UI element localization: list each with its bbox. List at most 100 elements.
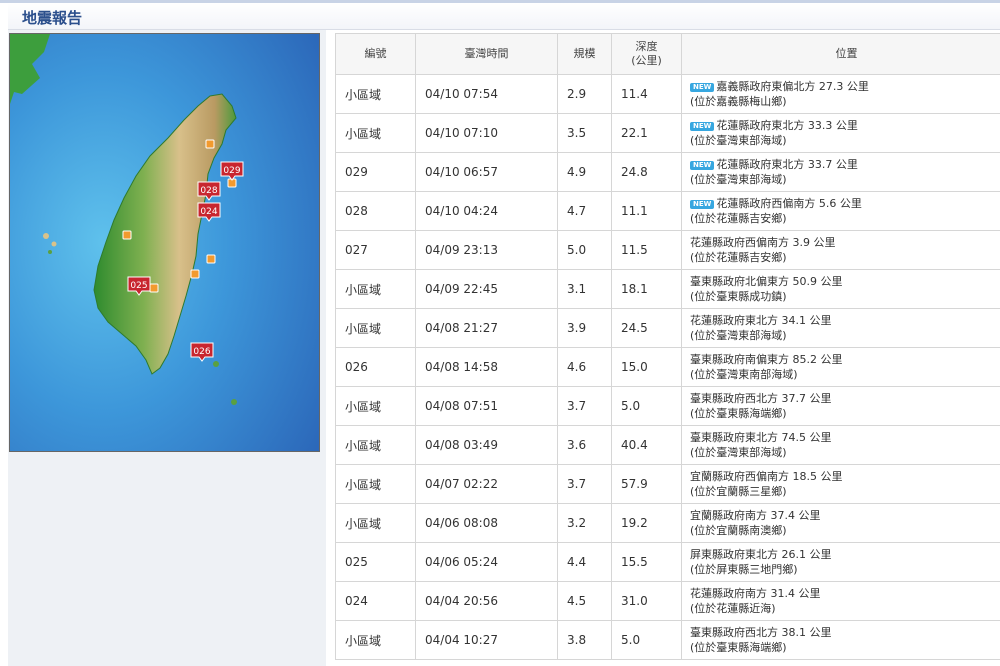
location-line: 屏東縣政府東北方 26.1 公里	[690, 547, 1000, 562]
location-detail: (位於臺東縣海端鄉)	[690, 641, 787, 654]
table-row[interactable]: 小區域 04/09 22:45 3.1 18.1 臺東縣政府北偏東方 50.9 公里 (位…	[335, 269, 1000, 309]
cell-time: 04/10 04:24	[415, 191, 558, 231]
earthquake-table: 編號 臺灣時間 規模 深度 (公里) 位置 小區域 04/10 07:54 2.9 1…	[335, 33, 1000, 660]
table-row[interactable]: 025 04/06 05:24 4.4 15.5 屏東縣政府東北方 26.1 公里 (位於…	[335, 542, 1000, 582]
location-detail: (位於臺灣東部海域)	[690, 173, 787, 186]
minor-quake-marker[interactable]	[122, 230, 132, 240]
location-line: NEW 嘉義縣政府東偏北方 27.3 公里	[690, 79, 1000, 94]
cell-location: NEW 花蓮縣政府東北方 33.3 公里 (位於臺灣東部海域)	[681, 113, 1000, 153]
cell-depth: 24.5	[611, 308, 682, 348]
cell-depth: 18.1	[611, 269, 682, 309]
cell-location: 臺東縣政府西北方 37.7 公里 (位於臺東縣海端鄉)	[681, 386, 1000, 426]
location-detail: (位於嘉義縣梅山鄉)	[690, 95, 787, 108]
cell-magnitude: 4.5	[557, 581, 612, 621]
marker-label: 026	[193, 347, 210, 357]
depth-header-line2: (公里)	[631, 54, 662, 67]
new-badge: NEW	[690, 161, 715, 170]
cell-depth: 15.0	[611, 347, 682, 387]
new-badge: NEW	[690, 83, 715, 92]
depth-header-line1: 深度	[635, 40, 658, 53]
minor-quake-marker[interactable]	[205, 139, 215, 149]
location-line: 宜蘭縣政府西偏南方 18.5 公里	[690, 469, 1000, 484]
cell-id: 028	[335, 191, 416, 231]
penghu-island	[51, 241, 57, 247]
cell-location: 花蓮縣政府東北方 34.1 公里 (位於臺灣東部海域)	[681, 308, 1000, 348]
cell-id: 小區域	[335, 74, 416, 114]
table-row[interactable]: 026 04/08 14:58 4.6 15.0 臺東縣政府南偏東方 85.2 公里 (位…	[335, 347, 1000, 387]
cell-id: 小區域	[335, 503, 416, 543]
table-row[interactable]: 028 04/10 04:24 4.7 11.1 NEW 花蓮縣政府西偏南方 5.6 公里…	[335, 191, 1000, 231]
location-text: 臺東縣政府北偏東方 50.9 公里	[690, 275, 843, 288]
minor-quake-marker[interactable]	[190, 269, 200, 279]
marker-label: 024	[200, 207, 217, 217]
cell-id: 小區域	[335, 386, 416, 426]
location-line: NEW 花蓮縣政府東北方 33.7 公里	[690, 157, 1000, 172]
new-badge: NEW	[690, 200, 715, 209]
cell-time: 04/10 06:57	[415, 152, 558, 192]
table-row[interactable]: 小區域 04/10 07:10 3.5 22.1 NEW 花蓮縣政府東北方 33.3 公里…	[335, 113, 1000, 153]
cell-depth: 11.4	[611, 74, 682, 114]
minor-quake-marker[interactable]	[206, 254, 216, 264]
earthquake-table-container: 編號 臺灣時間 規模 深度 (公里) 位置 小區域 04/10 07:54 2.9 1…	[335, 33, 1000, 666]
new-badge: NEW	[690, 122, 715, 131]
minor-quake-marker[interactable]	[149, 283, 159, 293]
cell-time: 04/07 02:22	[415, 464, 558, 504]
cell-id: 小區域	[335, 113, 416, 153]
cell-time: 04/08 03:49	[415, 425, 558, 465]
cell-depth: 19.2	[611, 503, 682, 543]
cell-magnitude: 4.7	[557, 191, 612, 231]
cell-depth: 24.8	[611, 152, 682, 192]
location-text: 花蓮縣政府東北方 34.1 公里	[690, 314, 832, 327]
cell-location: 臺東縣政府南偏東方 85.2 公里 (位於臺灣東南部海域)	[681, 347, 1000, 387]
cell-magnitude: 3.5	[557, 113, 612, 153]
cell-location: 花蓮縣政府西偏南方 3.9 公里 (位於花蓮縣吉安鄉)	[681, 230, 1000, 270]
cell-magnitude: 3.1	[557, 269, 612, 309]
cell-depth: 11.1	[611, 191, 682, 231]
cell-magnitude: 3.8	[557, 620, 612, 660]
location-text: 屏東縣政府東北方 26.1 公里	[690, 548, 832, 561]
location-line: 臺東縣政府東北方 74.5 公里	[690, 430, 1000, 445]
cell-id: 小區域	[335, 425, 416, 465]
location-line: 宜蘭縣政府南方 37.4 公里	[690, 508, 1000, 523]
cell-depth: 22.1	[611, 113, 682, 153]
earthquake-map[interactable]: 029 028 024 025 026	[9, 33, 320, 452]
cell-id: 小區域	[335, 269, 416, 309]
col-header-time: 臺灣時間	[415, 33, 558, 75]
location-detail: (位於屏東縣三地門鄉)	[690, 563, 798, 576]
location-detail: (位於花蓮縣吉安鄉)	[690, 251, 787, 264]
location-detail: (位於花蓮縣近海)	[690, 602, 776, 615]
table-row[interactable]: 024 04/04 20:56 4.5 31.0 花蓮縣政府南方 31.4 公里 (位於花…	[335, 581, 1000, 621]
table-row[interactable]: 029 04/10 06:57 4.9 24.8 NEW 花蓮縣政府東北方 33.7 公里…	[335, 152, 1000, 192]
col-header-depth: 深度 (公里)	[611, 33, 682, 75]
table-row[interactable]: 小區域 04/06 08:08 3.2 19.2 宜蘭縣政府南方 37.4 公里 (位於宜…	[335, 503, 1000, 543]
location-detail: (位於花蓮縣吉安鄉)	[690, 212, 787, 225]
location-text: 宜蘭縣政府南方 37.4 公里	[690, 509, 821, 522]
location-line: 臺東縣政府西北方 37.7 公里	[690, 391, 1000, 406]
table-row[interactable]: 小區域 04/10 07:54 2.9 11.4 NEW 嘉義縣政府東偏北方 27.3 公…	[335, 74, 1000, 114]
col-header-magnitude: 規模	[557, 33, 612, 75]
location-line: 臺東縣政府西北方 38.1 公里	[690, 625, 1000, 640]
table-row[interactable]: 027 04/09 23:13 5.0 11.5 花蓮縣政府西偏南方 3.9 公里 (位於…	[335, 230, 1000, 270]
table-row[interactable]: 小區域 04/08 21:27 3.9 24.5 花蓮縣政府東北方 34.1 公里 (位於…	[335, 308, 1000, 348]
location-line: NEW 花蓮縣政府東北方 33.3 公里	[690, 118, 1000, 133]
cell-magnitude: 3.7	[557, 464, 612, 504]
cell-location: 宜蘭縣政府西偏南方 18.5 公里 (位於宜蘭縣三星鄉)	[681, 464, 1000, 504]
cell-magnitude: 4.6	[557, 347, 612, 387]
cell-time: 04/08 07:51	[415, 386, 558, 426]
table-row[interactable]: 小區域 04/08 03:49 3.6 40.4 臺東縣政府東北方 74.5 公里 (位於…	[335, 425, 1000, 465]
table-row[interactable]: 小區域 04/07 02:22 3.7 57.9 宜蘭縣政府西偏南方 18.5 公里 (位…	[335, 464, 1000, 504]
cell-location: 花蓮縣政府南方 31.4 公里 (位於花蓮縣近海)	[681, 581, 1000, 621]
page-header: 地震報告	[8, 3, 1000, 30]
cell-time: 04/04 10:27	[415, 620, 558, 660]
location-text: 花蓮縣政府東北方 33.3 公里	[716, 119, 858, 132]
marker-label: 025	[130, 281, 147, 291]
location-detail: (位於臺東縣成功鎮)	[690, 290, 787, 303]
cell-depth: 15.5	[611, 542, 682, 582]
cell-time: 04/09 22:45	[415, 269, 558, 309]
table-row[interactable]: 小區域 04/04 10:27 3.8 5.0 臺東縣政府西北方 38.1 公里 (位於臺…	[335, 620, 1000, 660]
penghu-island	[48, 250, 52, 254]
marker-label: 028	[200, 186, 217, 196]
location-detail: (位於臺灣東部海域)	[690, 329, 787, 342]
table-row[interactable]: 小區域 04/08 07:51 3.7 5.0 臺東縣政府西北方 37.7 公里 (位於臺…	[335, 386, 1000, 426]
cell-location: 宜蘭縣政府南方 37.4 公里 (位於宜蘭縣南澳鄉)	[681, 503, 1000, 543]
